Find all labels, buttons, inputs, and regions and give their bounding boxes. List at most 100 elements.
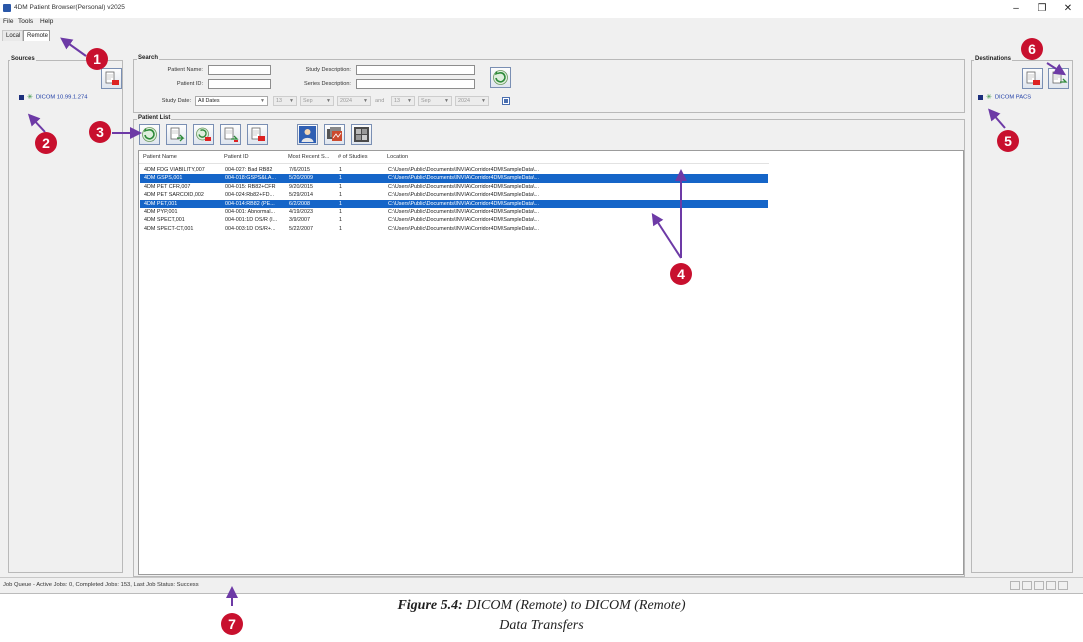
patient-list-table[interactable]: Patient Name Patient ID Most Recent S...… [138, 150, 964, 575]
remove-destination-button[interactable] [1022, 68, 1043, 89]
to-day-select[interactable]: 13 ▼ [391, 96, 415, 106]
maximize-button[interactable]: ❐ [1034, 2, 1050, 15]
cell-location: C:\Users\Public\Documents\INVIA\Corridor… [388, 192, 539, 199]
close-button[interactable]: ✕ [1060, 2, 1076, 15]
source-item-label: DICOM 10.99.1.274 [35, 94, 88, 101]
app-window: 4DM Patient Browser(Personal) v2025 – ❐ … [0, 0, 1083, 594]
column-header-patient-name[interactable]: Patient Name [143, 154, 177, 160]
from-year-select[interactable]: 2024 ▼ [337, 96, 371, 106]
cell-num-studies: 1 [339, 183, 342, 190]
date-mode-select[interactable]: All Dates ▼ [195, 96, 268, 106]
figure-caption-line-1: Figure 5.4: DICOM (Remote) to DICOM (Rem… [0, 598, 1083, 614]
menu-tools[interactable]: Tools [18, 18, 33, 25]
table-row[interactable]: 4DM PET SARCOID,002 004-024:Rb82+FD... 5/2… [140, 191, 768, 199]
table-row[interactable]: 4DM PET CFR,007 004-015: RB82+CFR 9/20/201… [140, 183, 768, 191]
add-node-icon [1052, 71, 1068, 84]
dicom-node-icon: ✳ [986, 94, 992, 101]
cell-location: C:\Users\Public\Documents\INVIA\Corridor… [388, 217, 539, 224]
film-view-button[interactable] [351, 124, 372, 145]
send-series-button[interactable] [166, 124, 187, 145]
delete-button[interactable] [247, 124, 268, 145]
cell-patient-id: 004-003:1D OS/R+... [225, 225, 276, 232]
column-header-num-studies[interactable]: # of Studies [338, 154, 368, 160]
table-row[interactable]: 4DM SPECT-CT,001 004-003:1D OS/R+... 5/22/… [140, 225, 768, 233]
remove-source-button[interactable] [101, 68, 122, 89]
series-view-button[interactable] [324, 124, 345, 145]
app-logo-icon [3, 4, 11, 12]
patient-view-button[interactable] [297, 124, 318, 145]
minimize-button[interactable]: – [1008, 2, 1024, 15]
figure-label: Figure 5.4: [397, 598, 463, 613]
menu-help[interactable]: Help [40, 18, 53, 25]
title-bar: 4DM Patient Browser(Personal) v2025 – ❐ … [0, 0, 1083, 18]
chevron-down-icon: ▼ [407, 98, 412, 104]
film-icon [354, 127, 369, 142]
figure-caption-line-2: Data Transfers [499, 618, 584, 633]
column-header-location[interactable]: Location [387, 154, 408, 160]
status-indicator [1058, 581, 1068, 590]
cell-patient-name: 4DM SPECT,001 [144, 217, 185, 224]
cell-patient-name: 4DM PET,001 [144, 200, 178, 207]
callout-badge: 1 [86, 48, 108, 70]
table-row[interactable]: 4DM PYP,001 004-001: Abnormal... 4/19/2023… [140, 208, 768, 216]
patient-name-input[interactable] [208, 65, 271, 75]
status-indicator [1010, 581, 1020, 590]
from-year-value: 2024 [340, 98, 352, 104]
window-title: 4DM Patient Browser(Personal) v2025 [14, 4, 125, 11]
document-transfer-icon [224, 127, 239, 142]
chevron-down-icon: ▼ [481, 98, 486, 104]
table-row[interactable]: 4DM FDG VIABILITY,007 004-027: Bad RB82 7/… [140, 166, 768, 174]
cell-patient-name: 4DM GSPS,001 [144, 175, 183, 182]
search-button[interactable] [490, 67, 511, 88]
table-row[interactable]: 4DM GSPS,001 004-018:GSPS&LA... 5/20/2009 1… [140, 174, 768, 183]
transfer-button[interactable] [220, 124, 241, 145]
cell-patient-name: 4DM SPECT-CT,001 [144, 225, 194, 232]
study-description-input[interactable] [356, 65, 475, 75]
status-bar: Job Queue - Active Jobs: 0, Completed Jo… [0, 577, 1083, 593]
to-month-value: Sep [421, 98, 431, 104]
study-description-label: Study Description: [305, 67, 351, 73]
to-month-select[interactable]: Sep ▼ [418, 96, 452, 106]
cell-most-recent: 7/6/2015 [289, 167, 310, 173]
cell-num-studies: 1 [339, 175, 342, 182]
tree-node-icon [19, 94, 24, 100]
study-date-label: Study Date: [161, 98, 191, 104]
table-header: Patient Name Patient ID Most Recent S...… [139, 151, 769, 164]
chevron-down-icon: ▼ [363, 98, 368, 104]
series-description-input[interactable] [356, 79, 475, 89]
cell-location: C:\Users\Public\Documents\INVIA\Corridor… [388, 167, 539, 173]
cell-num-studies: 1 [339, 209, 342, 215]
search-title: Search [137, 55, 160, 61]
refresh-list-button[interactable] [139, 124, 160, 145]
refresh-search-icon [493, 70, 508, 85]
column-header-patient-id[interactable]: Patient ID [224, 154, 249, 160]
from-day-select[interactable]: 13 ▼ [273, 96, 297, 106]
cell-num-studies: 1 [339, 192, 342, 199]
table-row[interactable]: 4DM SPECT,001 004-001:1D OS/R (I... 3/9/20… [140, 216, 768, 224]
source-item-dicom[interactable]: ✳ DICOM 10.99.1.274 [19, 93, 87, 101]
refresh-remove-button[interactable] [193, 124, 214, 145]
patient-id-label: Patient ID: [176, 81, 203, 87]
add-destination-button[interactable] [1048, 68, 1069, 89]
to-year-select[interactable]: 2024 ▼ [455, 96, 489, 106]
date-filter-checkbox[interactable] [502, 97, 510, 105]
series-description-label: Series Description: [304, 81, 351, 87]
from-day-value: 13 [276, 98, 282, 104]
from-month-select[interactable]: Sep ▼ [300, 96, 334, 106]
tab-local[interactable]: Local [2, 30, 23, 41]
chevron-down-icon: ▼ [289, 98, 294, 104]
column-header-most-recent[interactable]: Most Recent S... [288, 154, 329, 160]
patient-icon [299, 126, 316, 143]
cell-most-recent: 9/20/2015 [289, 183, 313, 190]
destination-item-dicom-pacs[interactable]: ✳ DICOM PACS [978, 93, 1031, 101]
patient-id-input[interactable] [208, 79, 271, 89]
cell-patient-name: 4DM PET SARCOID,002 [144, 192, 204, 199]
destinations-title: Destinations [974, 56, 1013, 62]
table-row[interactable]: 4DM PET,001 004-014:RB82 (PE... 6/2/2008 1 C… [140, 199, 768, 208]
menu-file[interactable]: File [3, 18, 13, 25]
cell-num-studies: 1 [339, 225, 342, 232]
sources-title: Sources [10, 56, 36, 62]
refresh-delete-icon [196, 127, 211, 141]
tab-remote[interactable]: Remote [23, 30, 50, 41]
cell-most-recent: 4/19/2023 [289, 209, 313, 215]
